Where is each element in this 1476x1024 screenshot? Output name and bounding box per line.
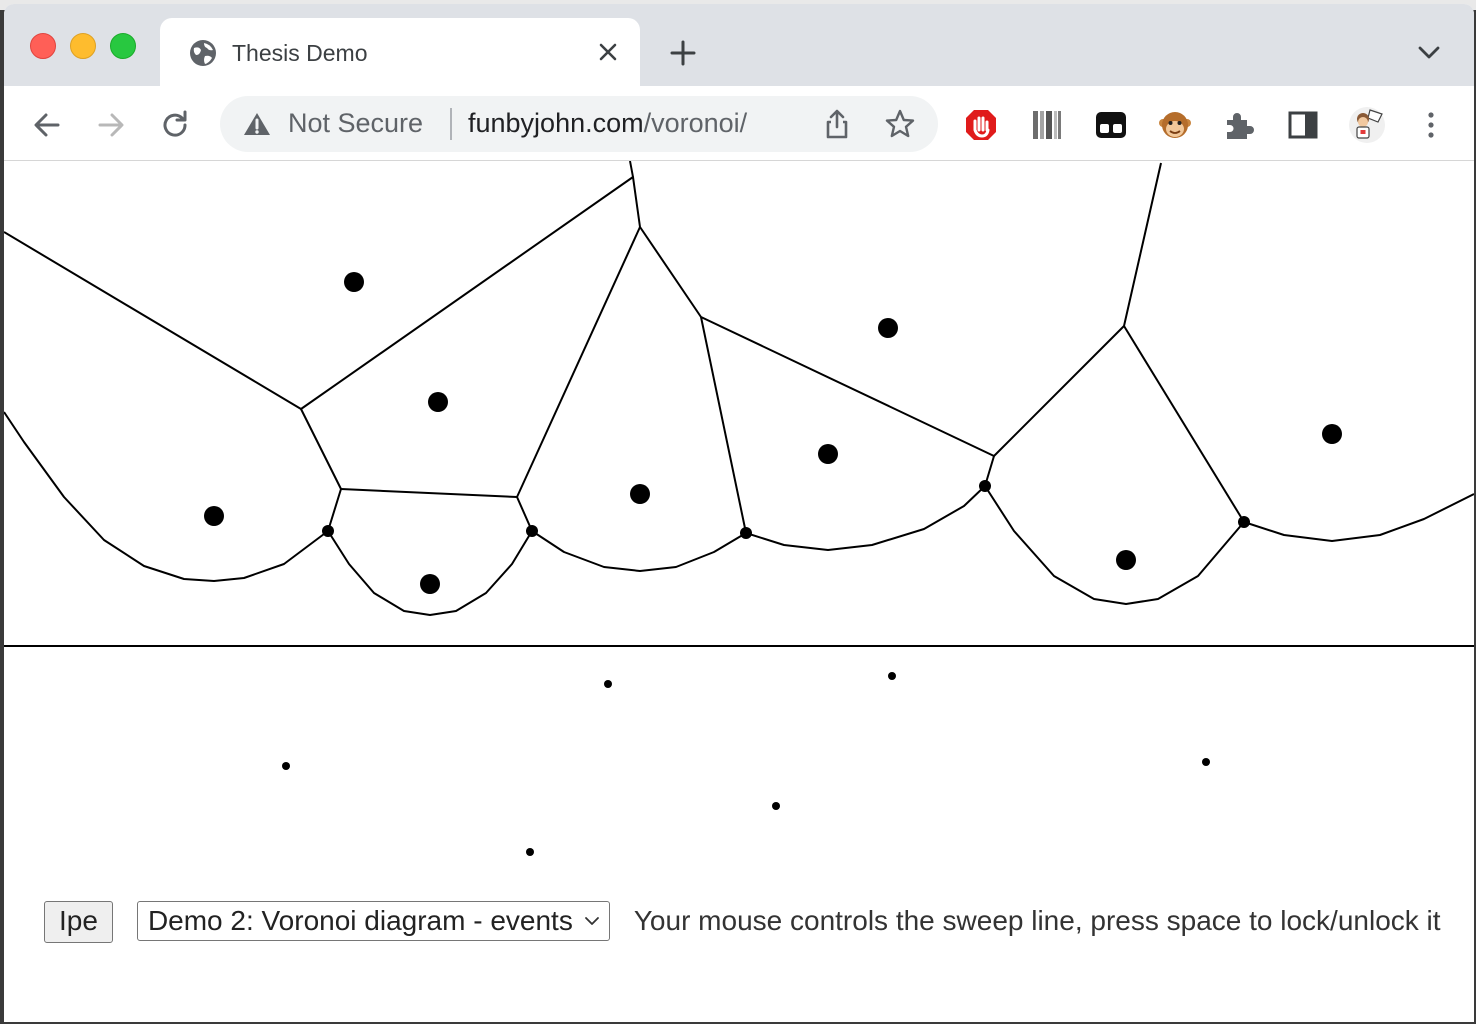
beach-line-arc [531, 530, 747, 572]
voronoi-edge [340, 488, 533, 532]
processed-site-point [428, 392, 448, 412]
share-icon[interactable] [822, 108, 852, 140]
beach-line-arc [984, 485, 1245, 605]
beach-line-arc [4, 411, 329, 582]
processed-site-point [630, 484, 650, 504]
address-divider [450, 108, 452, 140]
reload-icon[interactable] [158, 108, 192, 142]
tab-search-chevron-icon[interactable] [1416, 42, 1442, 62]
navigation-toolbar: Not Secure funbyjohn.com/voronoi/ [4, 86, 1474, 161]
url-path: /voronoi/ [643, 108, 748, 138]
address-bar[interactable]: Not Secure funbyjohn.com/voronoi/ [220, 96, 938, 152]
pending-site-point [1202, 758, 1210, 766]
voronoi-edge [1123, 325, 1245, 523]
breakpoint-vertex [1238, 516, 1250, 528]
voronoi-edge [300, 408, 342, 532]
warning-triangle-icon[interactable] [242, 110, 272, 138]
demo-controls: Ipe Demo 2: Voronoi diagram - events Your … [44, 901, 1464, 943]
beach-line-arc [327, 530, 533, 616]
processed-site-point [420, 574, 440, 594]
voronoi-edge [516, 226, 641, 498]
profile-avatar-icon[interactable] [1348, 106, 1386, 144]
extensions-puzzle-icon[interactable] [1222, 108, 1256, 142]
pending-site-point [282, 762, 290, 770]
bookmark-star-icon[interactable] [884, 108, 916, 140]
voronoi-canvas[interactable] [4, 161, 1474, 861]
minimize-window-button[interactable] [70, 33, 96, 59]
dark-glasses-extension-icon[interactable] [1094, 108, 1128, 142]
breakpoint-vertex [979, 480, 991, 492]
side-panel-icon[interactable] [1286, 108, 1320, 142]
url-text: funbyjohn.com/voronoi/ [468, 108, 747, 139]
pending-site-point [772, 802, 780, 810]
pending-site-point [604, 680, 612, 688]
globe-icon [190, 40, 216, 66]
close-tab-icon[interactable] [596, 40, 620, 64]
tab-bar: Thesis Demo [4, 4, 1474, 86]
breakpoint-vertex [322, 525, 334, 537]
instruction-text: Your mouse controls the sweep line, pres… [633, 905, 1441, 936]
zoom-window-button[interactable] [110, 33, 136, 59]
processed-site-point [878, 318, 898, 338]
url-domain: funbyjohn.com [468, 108, 644, 138]
pending-site-point [526, 848, 534, 856]
barcode-extension-icon[interactable] [1030, 108, 1064, 142]
processed-site-point [344, 272, 364, 292]
beach-line-arc [1243, 493, 1474, 542]
chevron-down-icon [584, 917, 599, 925]
close-window-button[interactable] [30, 33, 56, 59]
back-arrow-icon[interactable] [30, 108, 64, 142]
breakpoint-vertex [526, 525, 538, 537]
demo-select-value: Demo 2: Voronoi diagram - events [147, 905, 573, 936]
adblock-extension-icon[interactable] [964, 108, 998, 142]
forward-arrow-icon[interactable] [94, 108, 128, 142]
ipe-button[interactable]: Ipe [44, 901, 113, 943]
tab-title: Thesis Demo [232, 40, 368, 66]
voronoi-edge [4, 162, 1162, 457]
browser-window: Thesis Demo Not Secure funbyjohn.com/vor… [4, 4, 1474, 1022]
breakpoint-vertex [740, 527, 752, 539]
new-tab-icon[interactable] [668, 38, 698, 68]
voronoi-edge [700, 316, 747, 534]
demo-select[interactable]: Demo 2: Voronoi diagram - events [136, 901, 610, 941]
security-status-label: Not Secure [288, 108, 424, 138]
monkey-extension-icon[interactable] [1158, 108, 1192, 142]
processed-site-point [1116, 550, 1136, 570]
pending-site-point [888, 672, 896, 680]
page-content: Ipe Demo 2: Voronoi diagram - events Your … [4, 161, 1474, 1022]
processed-site-point [1322, 424, 1342, 444]
browser-menu-icon[interactable] [1414, 108, 1448, 142]
processed-site-point [818, 444, 838, 464]
voronoi-edge [629, 161, 634, 178]
tab-thesis-demo[interactable]: Thesis Demo [160, 18, 640, 86]
processed-site-point [204, 506, 224, 526]
beach-line-arc [745, 485, 986, 551]
